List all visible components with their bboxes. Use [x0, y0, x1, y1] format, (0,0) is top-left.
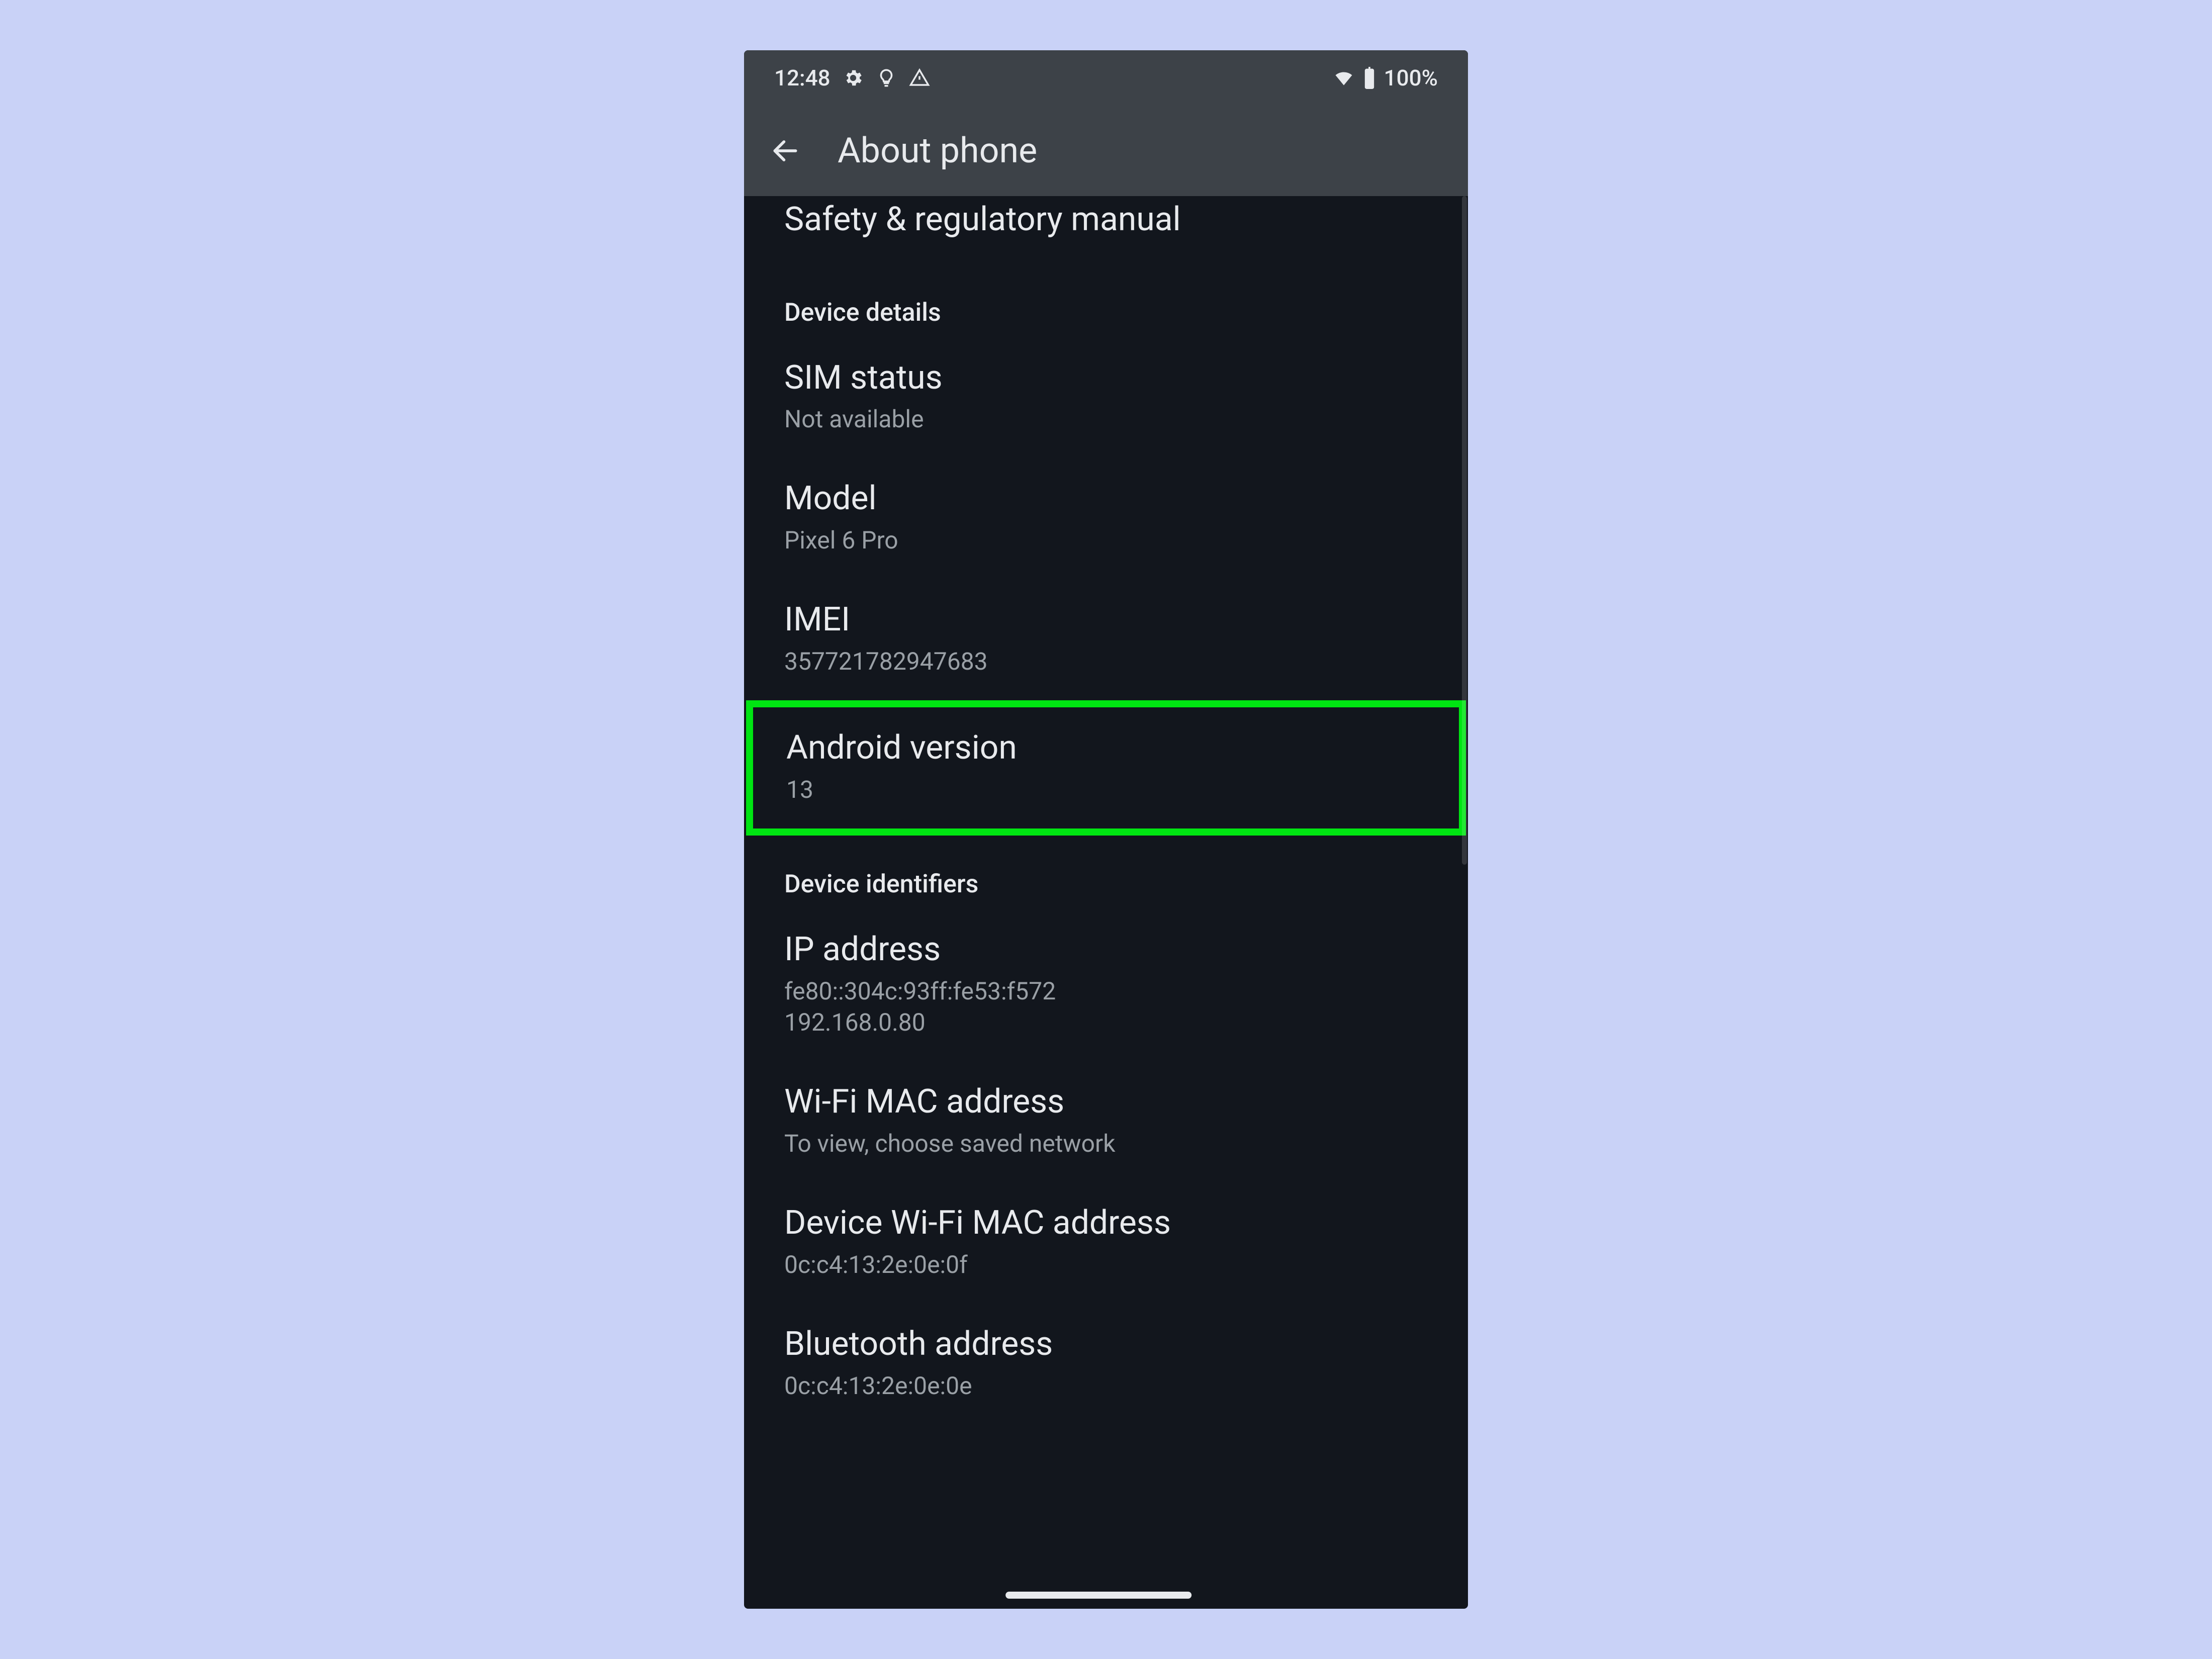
row-title: Android version — [786, 727, 1419, 769]
scrollbar[interactable] — [1462, 196, 1467, 865]
row-subtitle: Pixel 6 Pro — [784, 525, 1428, 556]
section-device-identifiers: Device identifiers — [744, 836, 1468, 909]
row-subtitle: fe80::304c:93ff:fe53:f572 192.168.0.80 — [784, 976, 1428, 1039]
highlight-annotation: Android version 13 — [746, 700, 1466, 836]
status-right: 100% — [1333, 65, 1438, 91]
row-subtitle: 0c:c4:13:2e:0e:0f — [784, 1249, 1428, 1280]
wifi-icon — [1333, 67, 1355, 89]
row-title: IP address — [784, 929, 1428, 971]
section-device-details: Device details — [744, 264, 1468, 337]
row-wifi-mac[interactable]: Wi-Fi MAC address To view, choose saved … — [744, 1061, 1468, 1182]
phone-frame: 12:48 100% About phone — [744, 50, 1468, 1609]
row-title: SIM status — [784, 357, 1428, 399]
status-bar: 12:48 100% — [744, 50, 1468, 106]
content-scroll[interactable]: Safety & regulatory manual Device detail… — [744, 196, 1468, 1609]
row-subtitle: Not available — [784, 404, 1428, 435]
arrow-left-icon — [770, 135, 801, 166]
row-android-version[interactable]: Android version 13 — [753, 707, 1459, 828]
status-left: 12:48 — [774, 65, 930, 91]
gesture-nav-bar[interactable] — [1005, 1592, 1191, 1599]
status-time: 12:48 — [774, 65, 831, 91]
row-safety-regulatory[interactable]: Safety & regulatory manual — [744, 196, 1468, 264]
row-subtitle: To view, choose saved network — [784, 1128, 1428, 1159]
bulb-icon — [876, 67, 897, 88]
row-title: IMEI — [784, 599, 1428, 641]
battery-icon — [1362, 67, 1377, 89]
row-device-wifi-mac[interactable]: Device Wi-Fi MAC address 0c:c4:13:2e:0e:… — [744, 1182, 1468, 1304]
row-model[interactable]: Model Pixel 6 Pro — [744, 458, 1468, 579]
app-bar: About phone — [744, 106, 1468, 196]
row-imei[interactable]: IMEI 357721782947683 — [744, 579, 1468, 700]
row-subtitle: 0c:c4:13:2e:0e:0e — [784, 1370, 1428, 1402]
row-sim-status[interactable]: SIM status Not available — [744, 337, 1468, 458]
gear-icon — [843, 67, 864, 88]
row-title: Model — [784, 478, 1428, 520]
row-title: Device Wi-Fi MAC address — [784, 1203, 1428, 1244]
row-subtitle: 13 — [786, 774, 1419, 805]
page-title: About phone — [838, 130, 1037, 171]
row-title: Bluetooth address — [784, 1324, 1428, 1365]
battery-text: 100% — [1384, 65, 1438, 91]
row-bluetooth-address[interactable]: Bluetooth address 0c:c4:13:2e:0e:0e — [744, 1304, 1468, 1425]
row-ip-address[interactable]: IP address fe80::304c:93ff:fe53:f572 192… — [744, 909, 1468, 1061]
back-button[interactable] — [765, 131, 805, 171]
warning-triangle-icon — [909, 67, 930, 88]
row-title: Safety & regulatory manual — [784, 199, 1428, 241]
row-title: Wi-Fi MAC address — [784, 1081, 1428, 1123]
row-subtitle: 357721782947683 — [784, 646, 1428, 677]
